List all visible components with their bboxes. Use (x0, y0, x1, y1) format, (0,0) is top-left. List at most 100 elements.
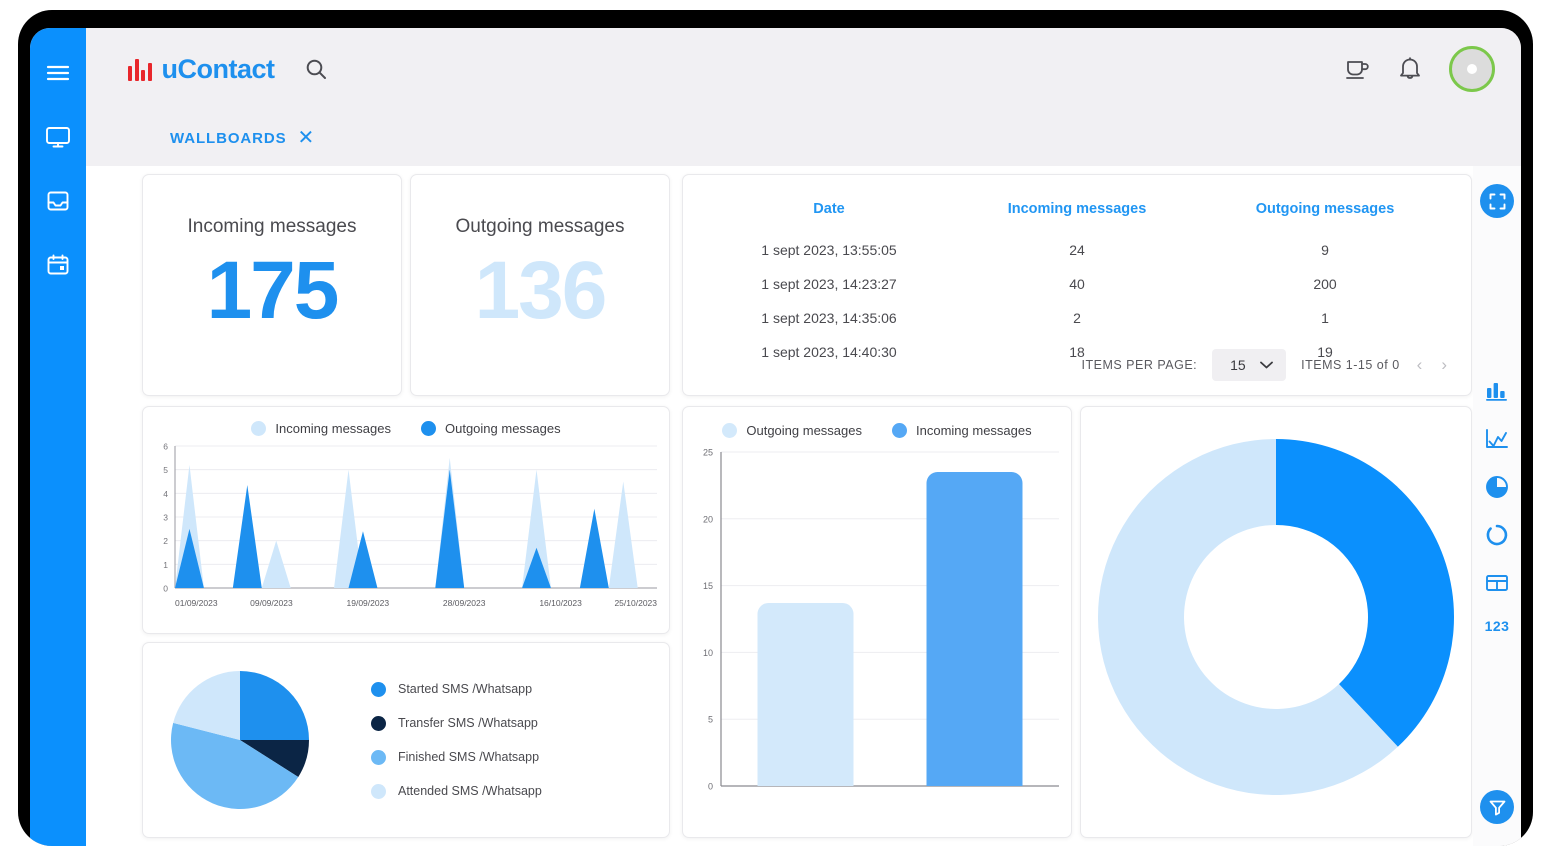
svg-text:0: 0 (708, 782, 713, 792)
legend-color-swatch (371, 681, 386, 697)
bell-icon[interactable] (1399, 57, 1421, 81)
kpi-outgoing-value: 136 (474, 245, 608, 336)
pie-legend-item[interactable]: Started SMS /Whatsapp (371, 681, 542, 697)
fullscreen-button[interactable] (1480, 184, 1514, 218)
pie-legend-item[interactable]: Finished SMS /Whatsapp (371, 749, 542, 765)
table-header-row: Date Incoming messages Outgoing messages (705, 175, 1449, 233)
legend-color-swatch (371, 749, 386, 765)
cell-incoming: 24 (1069, 242, 1085, 258)
bar-chart-legend: Outgoing messages Incoming messages (683, 423, 1071, 438)
prev-page-button[interactable]: ‹ (1415, 355, 1425, 375)
pie-legend-item[interactable]: Attended SMS /Whatsapp (371, 783, 542, 799)
svg-text:6: 6 (163, 442, 168, 452)
app-header: uContact (86, 28, 1521, 110)
messages-table: Date Incoming messages Outgoing messages… (705, 175, 1449, 369)
coffee-cup-icon[interactable] (1345, 57, 1371, 81)
bar-legend-item[interactable]: Incoming messages (892, 423, 1032, 438)
fullscreen-icon (1489, 193, 1505, 209)
svg-text:1: 1 (163, 560, 168, 570)
svg-text:28/09/2023: 28/09/2023 (443, 598, 486, 608)
bar-chart-icon[interactable] (1484, 378, 1510, 404)
svg-text:09/09/2023: 09/09/2023 (250, 598, 293, 608)
cell-incoming: 40 (1069, 276, 1085, 292)
svg-text:20: 20 (703, 514, 713, 524)
legend-label: Attended SMS /Whatsapp (398, 784, 542, 798)
logo[interactable]: uContact (128, 54, 275, 85)
calendar-icon[interactable] (43, 250, 73, 280)
items-per-page-value: 15 (1230, 357, 1246, 373)
svg-text:5: 5 (708, 715, 713, 725)
legend-label: Transfer SMS /Whatsapp (398, 716, 538, 730)
donut-chart-card (1080, 406, 1472, 838)
area-chart-card: Incoming messages Outgoing messages 0 1 2 3 4… (142, 406, 670, 634)
tab-bar: WALLBOARDS ✕ (86, 110, 1521, 166)
cell-incoming: 2 (1073, 310, 1081, 326)
svg-text:25/10/2023: 25/10/2023 (614, 598, 657, 608)
inbox-icon[interactable] (43, 186, 73, 216)
menu-icon[interactable] (43, 58, 73, 88)
line-chart-icon[interactable] (1484, 426, 1510, 452)
kpi-incoming-title: Incoming messages (187, 216, 357, 237)
donut-chart-icon[interactable] (1484, 522, 1510, 548)
table-row[interactable]: 1 sept 2023, 14:35:06 2 1 (705, 301, 1449, 335)
svg-text:15: 15 (703, 581, 713, 591)
cell-outgoing: 1 (1321, 310, 1329, 326)
kpi-card-incoming: Incoming messages 175 (142, 174, 402, 396)
legend-color-swatch (371, 715, 386, 731)
column-header-incoming[interactable]: Incoming messages (953, 175, 1201, 233)
svg-text:2: 2 (163, 536, 168, 546)
desktop-icon[interactable] (43, 122, 73, 152)
pie-chart-card: Started SMS /Whatsapp Transfer SMS /Whats… (142, 642, 670, 838)
filter-button[interactable] (1480, 790, 1514, 824)
svg-text:3: 3 (163, 513, 168, 523)
pagination: ITEMS PER PAGE: 15 ITEMS 1-15 of 0 ‹ › (1082, 349, 1449, 381)
legend-color-swatch (722, 423, 738, 438)
svg-text:5: 5 (163, 465, 168, 475)
cell-date: 1 sept 2023, 13:55:05 (761, 242, 897, 258)
donut-chart (1098, 439, 1454, 795)
column-header-outgoing[interactable]: Outgoing messages (1201, 175, 1449, 233)
search-icon[interactable] (305, 58, 327, 80)
number-widget-icon[interactable]: 123 (1485, 618, 1510, 634)
tab-wallboards[interactable]: WALLBOARDS ✕ (170, 128, 314, 148)
table-row[interactable]: 1 sept 2023, 14:23:27 40 200 (705, 267, 1449, 301)
area-chart: 0 1 2 3 4 5 6 01/09/2023 09/09/2023 19/09/2023 28/… (163, 442, 657, 609)
svg-text:16/10/2023: 16/10/2023 (539, 598, 582, 608)
items-per-page-label: ITEMS PER PAGE: (1081, 358, 1198, 372)
kpi-incoming-value: 175 (206, 245, 340, 336)
pie-chart (171, 671, 309, 809)
pie-chart-legend: Started SMS /Whatsapp Transfer SMS /Whats… (371, 681, 542, 799)
widget-palette: 123 (1484, 378, 1510, 634)
next-page-button[interactable]: › (1439, 355, 1449, 375)
bar-chart-card: Outgoing messages Incoming messages 0 5 10 1… (682, 406, 1072, 838)
legend-color-swatch (251, 421, 267, 436)
left-sidebar (30, 28, 86, 846)
svg-text:4: 4 (163, 489, 168, 499)
logo-text: uContact (161, 53, 276, 84)
column-header-date[interactable]: Date (705, 175, 953, 233)
kpi-card-outgoing: Outgoing messages 136 (410, 174, 670, 396)
cell-date: 1 sept 2023, 14:40:30 (761, 344, 897, 360)
legend-label: Incoming messages (916, 423, 1032, 438)
pie-legend-item[interactable]: Transfer SMS /Whatsapp (371, 715, 542, 731)
close-icon[interactable]: ✕ (298, 128, 315, 148)
table-icon[interactable] (1484, 570, 1510, 596)
svg-text:10: 10 (703, 648, 713, 658)
bar-chart: 0 5 10 15 20 25 (703, 448, 1059, 792)
bar-legend-item[interactable]: Outgoing messages (722, 423, 862, 438)
svg-text:19/09/2023: 19/09/2023 (347, 598, 390, 608)
pie-chart-icon[interactable] (1484, 474, 1510, 500)
avatar[interactable] (1449, 46, 1495, 92)
right-sidebar: 123 (1473, 166, 1521, 846)
area-legend-item[interactable]: Outgoing messages (421, 421, 561, 436)
device-frame: uContact WALLBOARDS ✕ Incoming messages … (18, 10, 1533, 846)
svg-text:0: 0 (163, 584, 168, 594)
svg-text:25: 25 (703, 448, 713, 458)
kpi-outgoing-title: Outgoing messages (455, 216, 625, 237)
items-per-page-select[interactable]: 15 (1212, 349, 1287, 381)
area-legend-item[interactable]: Incoming messages (251, 421, 391, 436)
table-row[interactable]: 1 sept 2023, 13:55:05 24 9 (705, 233, 1449, 267)
cell-date: 1 sept 2023, 14:35:06 (761, 310, 897, 326)
legend-label: Finished SMS /Whatsapp (398, 750, 540, 764)
legend-label: Incoming messages (275, 421, 391, 436)
